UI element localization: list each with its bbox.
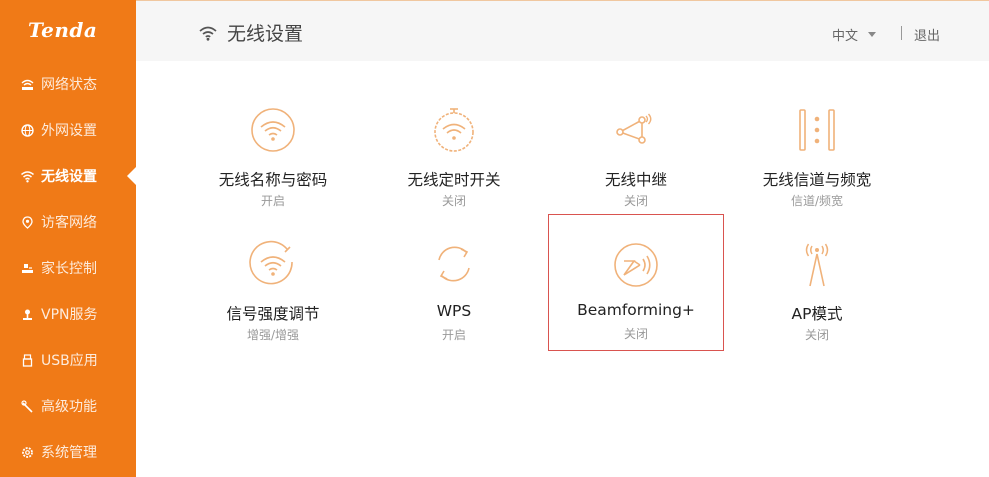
tile-label: 无线定时开关 xyxy=(407,171,501,189)
tile-label: WPS xyxy=(436,302,472,320)
tile-label: 无线信道与频宽 xyxy=(762,171,872,189)
tile-channel-bandwidth[interactable]: 无线信道与频宽 信道/频宽 xyxy=(729,100,905,236)
page-title-text: 无线设置 xyxy=(227,23,304,45)
channel-bandwidth-icon xyxy=(799,109,835,151)
repeater-icon xyxy=(616,113,652,144)
sidebar-item-label: 访客网络 xyxy=(41,215,97,231)
tile-label: Beamforming+ xyxy=(577,301,695,319)
sidebar-item-system-management[interactable]: 系统管理 xyxy=(0,429,136,475)
tile-status: 信道/频宽 xyxy=(790,194,844,208)
tile-status: 关闭 xyxy=(623,194,648,208)
wifi-circle-icon xyxy=(251,108,295,152)
logout-link[interactable]: 退出 xyxy=(914,25,940,44)
language-label: 中文 xyxy=(832,29,859,44)
sidebar-item-wireless-settings[interactable]: 无线设置 xyxy=(0,153,136,199)
tile-label: 信号强度调节 xyxy=(226,305,320,323)
tile-status: 关闭 xyxy=(623,327,648,341)
signal-strength-icon xyxy=(249,240,293,285)
wifi-timer-icon xyxy=(434,108,474,152)
gear-icon xyxy=(20,445,34,459)
sidebar-item-usb-apps[interactable]: USB应用 xyxy=(0,337,136,383)
usb-icon xyxy=(20,353,34,367)
sidebar-item-parental-control[interactable]: 家长控制 xyxy=(0,245,136,291)
tenda-logo: Tenda xyxy=(28,18,98,42)
sidebar-item-label: 高级功能 xyxy=(41,399,97,415)
sidebar-item-network-status[interactable]: 网络状态 xyxy=(0,61,136,107)
wifi-icon xyxy=(20,169,34,183)
tile-wps[interactable]: WPS 开启 xyxy=(366,234,542,370)
parental-control-icon xyxy=(20,261,34,275)
tile-wireless-timer[interactable]: 无线定时开关 关闭 xyxy=(366,100,542,236)
top-header: 无线设置 中文 退出 xyxy=(136,0,989,61)
tile-status: 关闭 xyxy=(441,194,466,208)
guest-icon xyxy=(20,215,34,229)
wifi-icon xyxy=(199,26,217,41)
vpn-icon xyxy=(20,307,34,321)
tile-status: 开启 xyxy=(260,194,285,208)
sidebar-item-label: USB应用 xyxy=(41,353,98,369)
globe-icon xyxy=(20,123,34,137)
tile-signal-strength[interactable]: 信号强度调节 增强/增强 xyxy=(185,234,361,370)
sidebar-item-wan-settings[interactable]: 外网设置 xyxy=(0,107,136,153)
sidebar-item-label: 无线设置 xyxy=(41,169,97,185)
sidebar: Tenda 网络状态 外网设置 无线设置 访客网络 家长控制 VPN服务 USB… xyxy=(0,0,136,477)
tile-wireless-name-password[interactable]: 无线名称与密码 开启 xyxy=(185,100,361,236)
network-status-icon xyxy=(20,77,34,91)
tile-label: AP模式 xyxy=(791,305,843,323)
sidebar-item-label: 网络状态 xyxy=(41,77,97,93)
tile-label: 无线名称与密码 xyxy=(218,171,328,189)
tile-status: 增强/增强 xyxy=(246,328,300,342)
language-select[interactable]: 中文 xyxy=(832,25,877,44)
tools-icon xyxy=(20,399,34,413)
sidebar-item-advanced[interactable]: 高级功能 xyxy=(0,383,136,429)
beamforming-icon xyxy=(614,243,658,287)
tile-status: 关闭 xyxy=(804,328,829,342)
sidebar-item-label: 系统管理 xyxy=(41,445,97,461)
sidebar-nav: 网络状态 外网设置 无线设置 访客网络 家长控制 VPN服务 USB应用 高级功… xyxy=(0,61,136,475)
sidebar-item-label: 家长控制 xyxy=(41,261,97,277)
sidebar-item-vpn-service[interactable]: VPN服务 xyxy=(0,291,136,337)
tile-beamforming[interactable]: Beamforming+ 关闭 xyxy=(548,214,724,351)
ap-antenna-icon xyxy=(805,243,829,287)
chevron-down-icon xyxy=(868,32,877,37)
sidebar-item-label: 外网设置 xyxy=(41,123,97,139)
sidebar-item-label: VPN服务 xyxy=(41,307,98,323)
header-divider xyxy=(901,26,902,40)
tile-label: 无线中继 xyxy=(604,171,667,189)
page-title: 无线设置 xyxy=(198,19,303,46)
tile-status: 开启 xyxy=(441,328,466,342)
tile-ap-mode[interactable]: AP模式 关闭 xyxy=(729,234,905,370)
wps-icon xyxy=(438,246,470,282)
sidebar-item-guest-network[interactable]: 访客网络 xyxy=(0,199,136,245)
